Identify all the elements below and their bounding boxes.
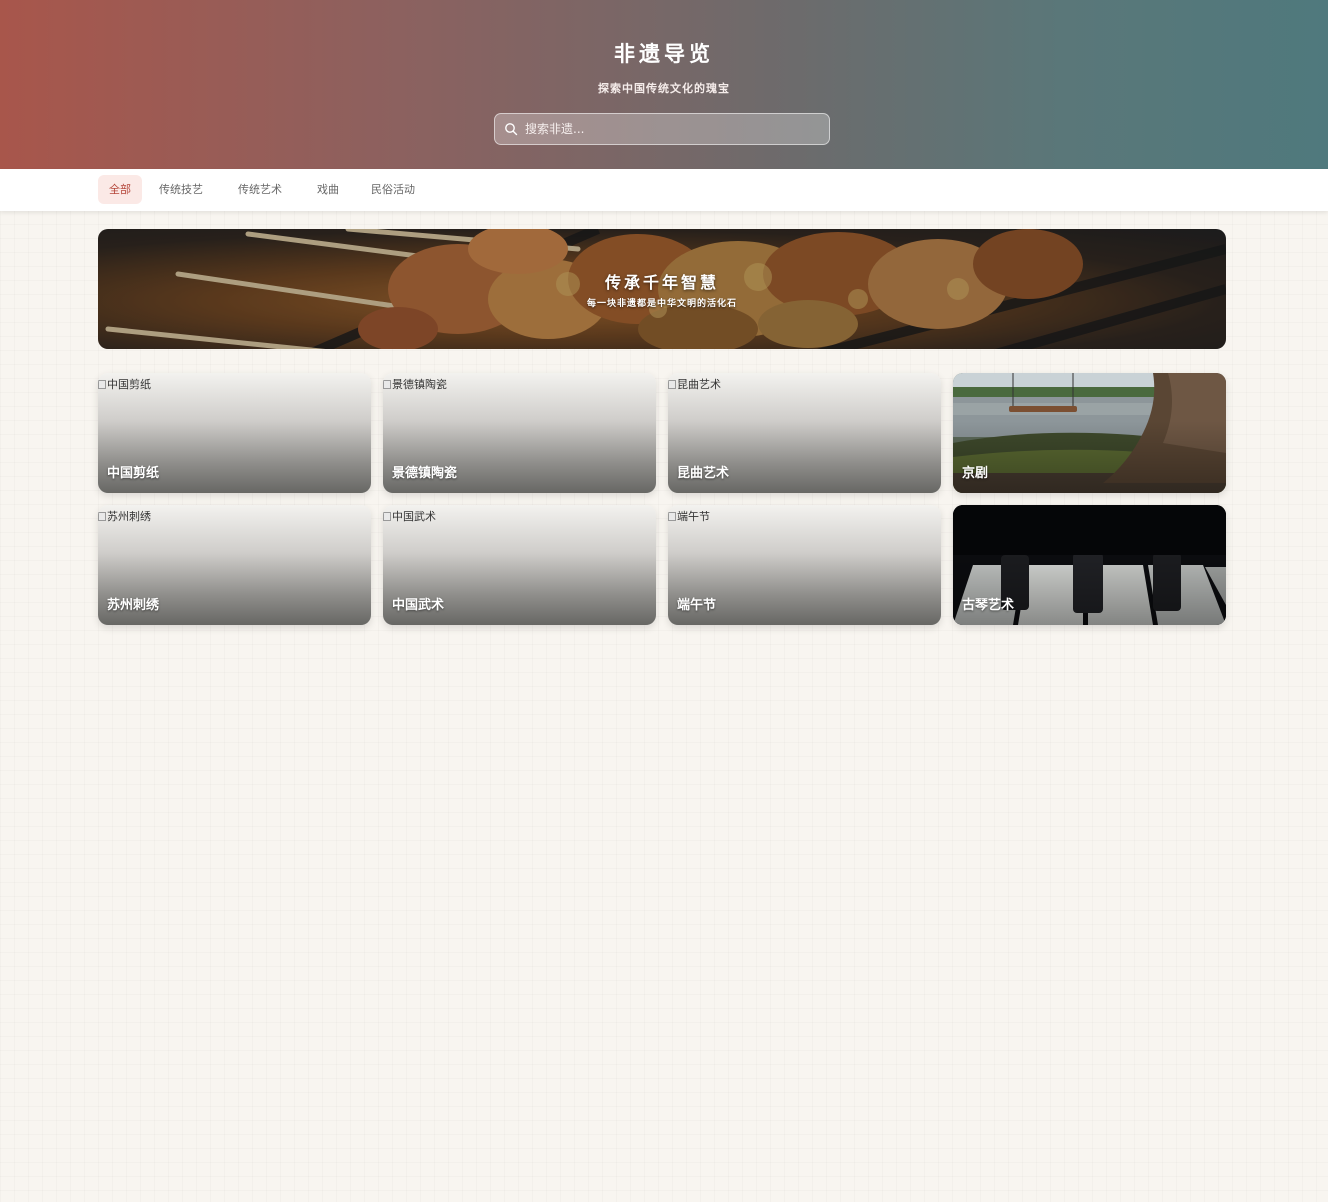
heritage-card[interactable]: 端午节 端午节 <box>668 505 941 625</box>
heritage-card[interactable]: 苏州刺绣 苏州刺绣 <box>98 505 371 625</box>
broken-image: 中国剪纸 <box>98 376 151 392</box>
broken-image-icon <box>668 380 676 389</box>
heritage-card[interactable]: 京剧 <box>953 373 1226 493</box>
card-title: 古琴艺术 <box>962 598 1015 613</box>
broken-image: 端午节 <box>668 508 710 524</box>
card-title: 景德镇陶瓷 <box>392 466 458 481</box>
heritage-card[interactable]: 古琴艺术 <box>953 505 1226 625</box>
card-title: 中国剪纸 <box>107 466 160 481</box>
card-shade <box>953 421 1226 493</box>
tab-folk-activities[interactable]: 民俗活动 <box>360 175 426 204</box>
broken-image-icon <box>98 380 106 389</box>
category-nav: 全部 传统技艺 传统艺术 戏曲 民俗活动 <box>0 169 1328 211</box>
card-title: 京剧 <box>962 466 989 481</box>
broken-image: 苏州刺绣 <box>98 508 151 524</box>
tab-opera[interactable]: 戏曲 <box>306 175 350 204</box>
tab-all[interactable]: 全部 <box>98 175 142 204</box>
site-subtitle: 探索中国传统文化的瑰宝 <box>598 82 730 95</box>
search-icon <box>505 123 518 136</box>
card-title: 端午节 <box>677 598 717 613</box>
card-title: 昆曲艺术 <box>677 466 730 481</box>
heritage-card[interactable]: 昆曲艺术 昆曲艺术 <box>668 373 941 493</box>
banner-title: 传承千年智慧 <box>604 273 719 292</box>
card-title: 苏州刺绣 <box>107 598 160 613</box>
broken-image: 景德镇陶瓷 <box>383 376 447 392</box>
search-box[interactable] <box>494 113 830 145</box>
broken-image-icon <box>383 512 391 521</box>
heritage-card[interactable]: 景德镇陶瓷 景德镇陶瓷 <box>383 373 656 493</box>
heritage-card[interactable]: 中国剪纸 中国剪纸 <box>98 373 371 493</box>
tab-traditional-crafts[interactable]: 传统技艺 <box>148 175 214 204</box>
broken-image-icon <box>98 512 106 521</box>
card-shade <box>953 553 1226 625</box>
tab-traditional-arts[interactable]: 传统艺术 <box>227 175 293 204</box>
broken-image: 中国武术 <box>383 508 436 524</box>
broken-image-icon <box>668 512 676 521</box>
search-input[interactable] <box>525 114 825 144</box>
site-header: 非遗导览 探索中国传统文化的瑰宝 <box>0 0 1328 169</box>
heritage-card[interactable]: 中国武术 中国武术 <box>383 505 656 625</box>
broken-image-icon <box>383 380 391 389</box>
broken-image: 昆曲艺术 <box>668 376 721 392</box>
card-title: 中国武术 <box>392 598 445 613</box>
site-title: 非遗导览 <box>614 41 714 66</box>
hero-banner: 传承千年智慧 每一块非遗都是中华文明的活化石 <box>98 229 1226 349</box>
banner-subtitle: 每一块非遗都是中华文明的活化石 <box>586 299 737 309</box>
